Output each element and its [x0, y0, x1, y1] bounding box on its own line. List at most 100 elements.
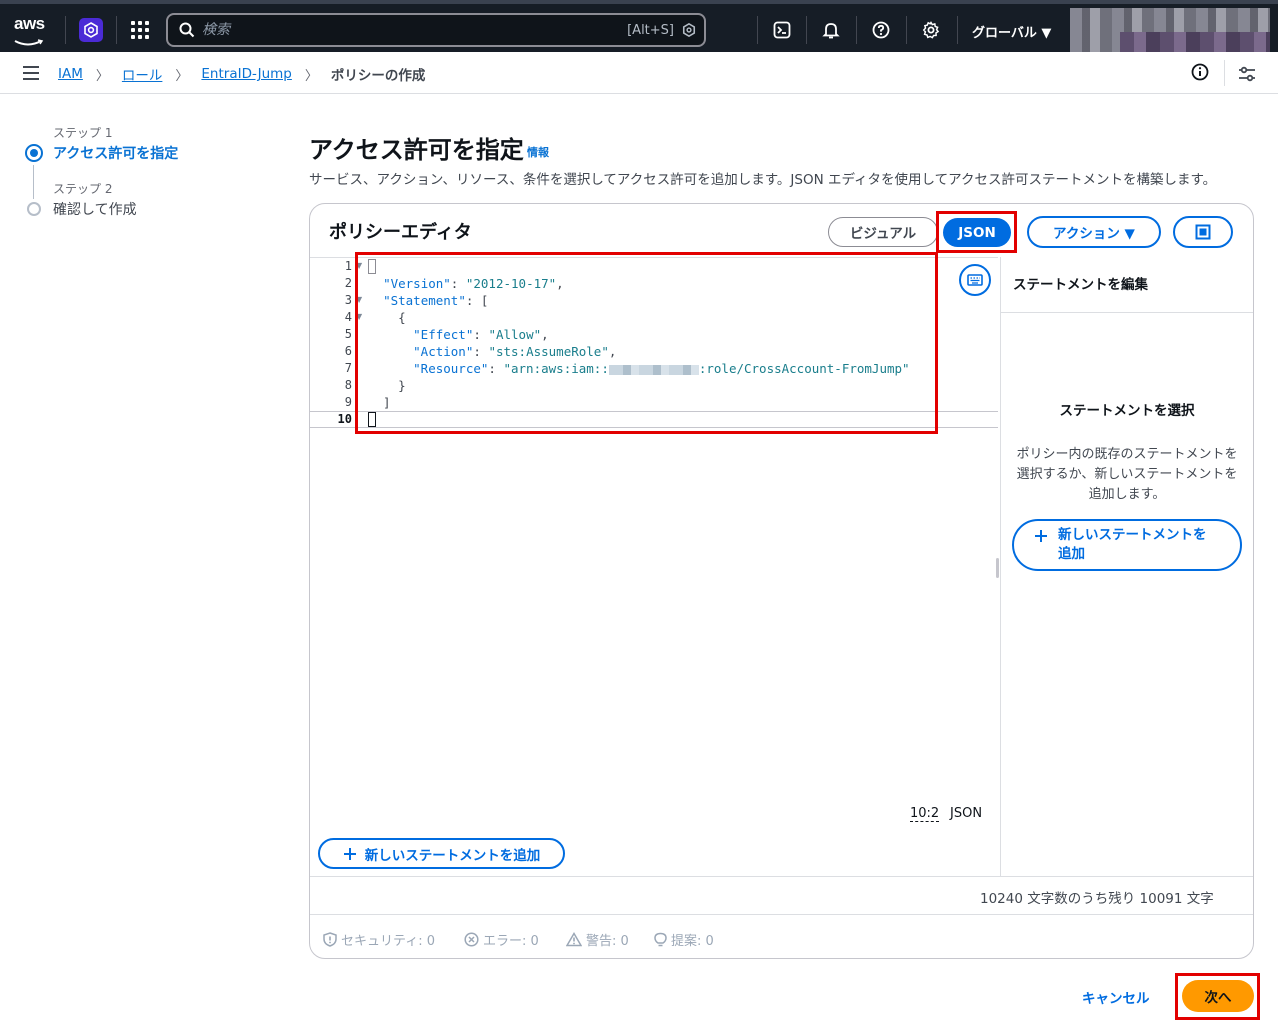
keyboard-shortcuts-button[interactable] [959, 264, 991, 296]
cursor-position: 10:2 [910, 806, 940, 822]
policy-editor-heading: ポリシーエディタ [329, 222, 472, 243]
json-value: "2012-10-17" [465, 276, 557, 291]
json-code-editor[interactable]: 1 2 3 4 5 6 7 8 9 10 ▼ ▼ ▼ "Version": "2… [310, 257, 998, 827]
info-link[interactable]: 情報 [527, 144, 549, 160]
line-number: 3 [344, 293, 352, 307]
apps-grid-icon[interactable] [131, 21, 149, 39]
aws-logo-text: aws [14, 14, 45, 33]
code-line: "Resource": "arn:aws:iam:::role/CrossAcc… [413, 361, 910, 376]
chevron-right-icon: 〉 [304, 68, 318, 84]
nav-divider [65, 16, 66, 44]
mode-visual-button[interactable]: ビジュアル [828, 217, 938, 247]
fold-arrow-icon[interactable]: ▼ [356, 312, 362, 321]
line-number: 9 [344, 395, 352, 409]
code-line [368, 411, 988, 428]
panel-add-statement-button[interactable]: 新しいステートメントを 追加 [1012, 519, 1242, 571]
status-errors-label: エラー: 0 [483, 934, 539, 949]
actions-dropdown-button[interactable]: アクション ▼ [1027, 216, 1161, 248]
search-shortcut: [Alt+S] [627, 23, 674, 38]
line-number: 7 [344, 361, 352, 375]
status-security[interactable]: セキュリティ: 0 [323, 930, 435, 949]
service-cube-icon[interactable] [79, 18, 103, 42]
divider [310, 876, 1253, 877]
nav-divider [116, 16, 117, 44]
plus-icon [343, 847, 356, 860]
nav-divider [806, 16, 807, 44]
crumb-divider [1224, 60, 1225, 86]
mode-json-button[interactable]: JSON [943, 218, 1011, 247]
plus-icon [1035, 530, 1047, 542]
step-2-label: ステップ 2 [53, 182, 113, 196]
nav-divider [957, 16, 958, 44]
line-number: 8 [344, 378, 352, 392]
keyboard-icon [967, 274, 983, 286]
status-warnings-label: 警告: 0 [586, 934, 629, 949]
search-icon [179, 22, 195, 38]
breadcrumb-role-name[interactable]: EntraID-Jump [201, 66, 291, 82]
account-menu-redacted [1120, 32, 1270, 52]
json-key: "Statement" [383, 293, 466, 308]
breadcrumb-iam[interactable]: IAM [58, 66, 83, 82]
line-number: 1 [344, 259, 352, 273]
line-number: 2 [344, 276, 352, 290]
add-statement-button[interactable]: 新しいステートメントを追加 [318, 838, 565, 869]
status-suggestions[interactable]: 提案: 0 [654, 930, 714, 949]
help-icon[interactable] [870, 19, 892, 41]
step-connector [33, 165, 34, 199]
preferences-icon[interactable] [1238, 65, 1256, 83]
next-button[interactable]: 次へ [1182, 980, 1254, 1012]
status-errors[interactable]: エラー: 0 [464, 930, 539, 949]
empty-state-description: ポリシー内の既存のステートメントを選択するか、新しいステートメントを追加します。 [1016, 447, 1238, 502]
chevron-right-icon: 〉 [95, 68, 109, 84]
line-number-gutter: 1 2 3 4 5 6 7 8 9 10 [310, 258, 352, 426]
gear-icon[interactable] [920, 19, 942, 41]
menu-icon[interactable] [23, 66, 39, 80]
json-value: "Allow" [488, 327, 542, 342]
step-1-indicator [25, 144, 43, 162]
json-key: "Resource" [413, 361, 489, 376]
status-warnings[interactable]: 警告: 0 [566, 930, 629, 949]
step-1-title[interactable]: アクセス許可を指定 [53, 143, 178, 163]
json-value: "sts:AssumeRole" [488, 344, 609, 359]
redacted-account-id [608, 364, 699, 375]
search-input[interactable] [202, 22, 622, 38]
label-line: 新しいステートメントを [1058, 527, 1207, 543]
fullscreen-icon [1195, 224, 1211, 240]
breadcrumb: IAM 〉 ロール 〉 EntraID-Jump 〉 ポリシーの作成 [58, 64, 425, 84]
region-selector[interactable]: グローバル ▼ [972, 22, 1051, 41]
nav-divider [856, 16, 857, 44]
aws-smile-icon [14, 39, 44, 46]
character-count: 10240 文字数のうち残り 10091 文字 [980, 891, 1214, 907]
code-line [368, 258, 988, 275]
fold-arrow-icon[interactable]: ▼ [356, 295, 362, 304]
info-icon[interactable] [1191, 63, 1209, 81]
code-line: } [368, 378, 406, 393]
cloudshell-icon[interactable] [771, 19, 793, 41]
panel-resize-handle[interactable] [996, 558, 999, 578]
breadcrumb-bar: IAM 〉 ロール 〉 EntraID-Jump 〉 ポリシーの作成 [0, 52, 1278, 94]
step-1-label: ステップ 1 [53, 126, 113, 140]
fullscreen-button[interactable] [1173, 216, 1233, 248]
bell-icon[interactable] [820, 19, 842, 41]
divider [310, 914, 1253, 915]
line-number: 6 [344, 344, 352, 358]
line-number: 4 [344, 310, 352, 324]
global-search[interactable]: [Alt+S] [166, 13, 706, 47]
editor-language: JSON [950, 806, 983, 821]
chevron-right-icon: 〉 [175, 68, 189, 84]
shortcut-hex-icon [682, 23, 696, 37]
cancel-button[interactable]: キャンセル [1082, 987, 1150, 1007]
nav-divider [906, 16, 907, 44]
page-description: サービス、アクション、リソース、条件を選択してアクセス許可を追加します。JSON… [309, 172, 1217, 188]
statement-panel-heading: ステートメントを編集 [1013, 277, 1148, 293]
label-line: 追加 [1058, 546, 1085, 562]
page-title: アクセス許可を指定 [309, 136, 524, 164]
text-cursor [368, 412, 376, 427]
fold-arrow-icon[interactable]: ▼ [356, 261, 362, 270]
breadcrumb-roles[interactable]: ロール [122, 64, 163, 84]
aws-logo[interactable]: aws [14, 14, 52, 46]
step-2-title: 確認して作成 [53, 202, 137, 218]
warning-icon [566, 932, 582, 947]
code-line: "Action": "sts:AssumeRole", [413, 344, 617, 359]
code-line: ] [368, 395, 391, 410]
